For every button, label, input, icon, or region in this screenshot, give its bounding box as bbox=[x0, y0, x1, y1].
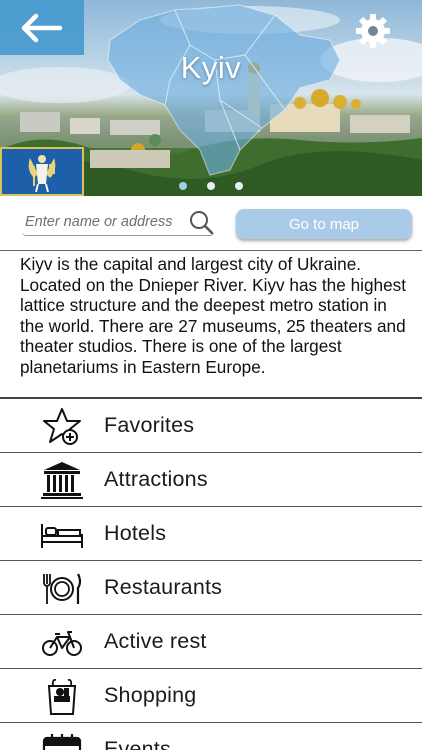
menu-item-restaurants[interactable]: Restaurants bbox=[0, 561, 422, 615]
go-to-map-button[interactable]: Go to map bbox=[236, 209, 412, 239]
plate-cutlery-icon bbox=[40, 568, 84, 608]
bicycle-icon bbox=[40, 622, 84, 662]
menu-item-favorites[interactable]: Favorites bbox=[0, 399, 422, 453]
menu-item-label: Favorites bbox=[104, 413, 195, 437]
menu-item-shopping[interactable]: Shopping bbox=[0, 669, 422, 723]
carousel-dot[interactable] bbox=[235, 182, 243, 190]
carousel-indicator[interactable] bbox=[0, 182, 422, 190]
back-button[interactable] bbox=[0, 0, 84, 55]
menu-item-label: Restaurants bbox=[104, 575, 223, 599]
menu-item-label: Hotels bbox=[104, 521, 167, 545]
settings-button[interactable] bbox=[352, 10, 394, 52]
category-menu: Favorites Attractions Hotels Restaurants… bbox=[0, 399, 422, 750]
carousel-dot[interactable] bbox=[207, 182, 215, 190]
menu-item-label: Active rest bbox=[104, 629, 207, 653]
calendar-icon bbox=[40, 730, 84, 750]
city-hero-banner[interactable]: Kyiv bbox=[0, 0, 422, 196]
city-description: Kiyv is the capital and largest city of … bbox=[20, 254, 406, 377]
menu-item-label: Shopping bbox=[104, 683, 197, 707]
menu-item-label: Events bbox=[104, 737, 171, 750]
star-plus-icon bbox=[40, 406, 84, 446]
arrow-left-icon bbox=[21, 13, 63, 42]
menu-item-attractions[interactable]: Attractions bbox=[0, 453, 422, 507]
search-input[interactable] bbox=[25, 213, 191, 230]
search-icon[interactable] bbox=[188, 209, 214, 235]
city-title: Kyiv bbox=[180, 50, 242, 85]
shopping-bag-icon bbox=[40, 676, 84, 716]
menu-item-hotels[interactable]: Hotels bbox=[0, 507, 422, 561]
carousel-dot[interactable] bbox=[179, 182, 187, 190]
bed-icon bbox=[40, 514, 84, 554]
menu-item-events[interactable]: Events bbox=[0, 723, 422, 750]
search-bar-row: Go to map bbox=[0, 196, 422, 250]
museum-icon bbox=[40, 460, 84, 500]
divider bbox=[0, 250, 422, 251]
gear-icon bbox=[356, 14, 390, 48]
menu-item-label: Attractions bbox=[104, 467, 208, 491]
search-field[interactable] bbox=[22, 208, 214, 236]
menu-item-active-rest[interactable]: Active rest bbox=[0, 615, 422, 669]
